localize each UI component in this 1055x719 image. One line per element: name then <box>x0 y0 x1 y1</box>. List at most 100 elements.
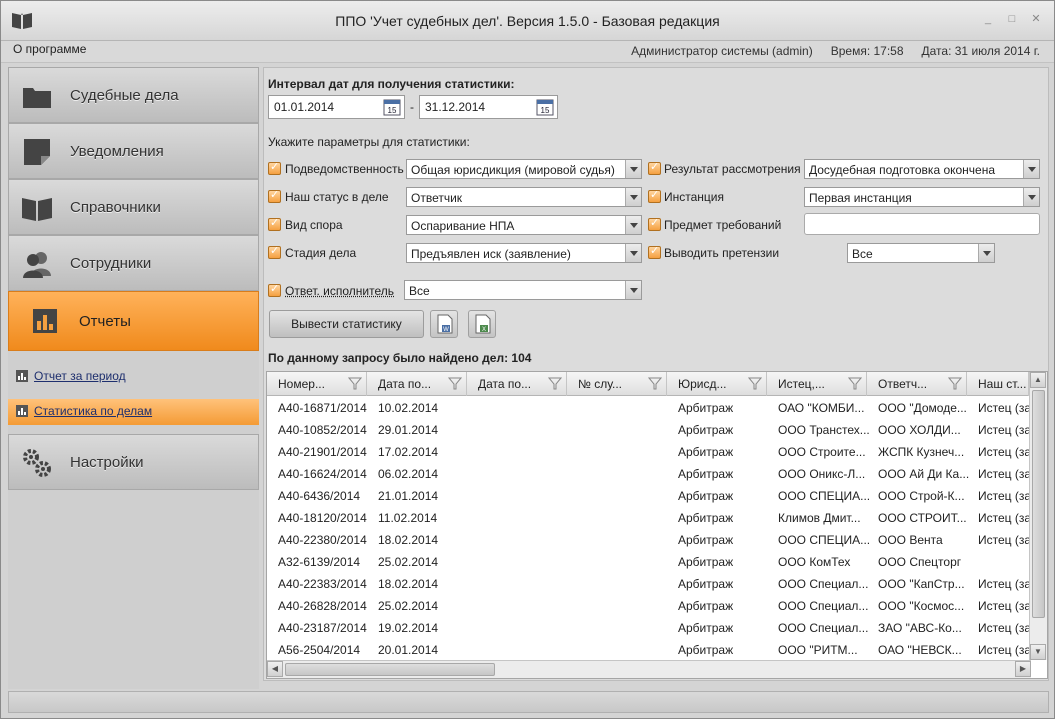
subject-checkbox[interactable] <box>648 216 661 231</box>
chevron-down-icon[interactable] <box>1023 160 1039 178</box>
found-count: По данному запросу было найдено дел: 104 <box>268 351 532 365</box>
export-excel-button[interactable]: X <box>468 310 496 338</box>
date-from-field[interactable]: 01.01.2014 15 <box>268 95 405 119</box>
table-row[interactable]: А40-16624/2014 06.02.2014 Арбитраж ООО Оник… <box>267 463 1031 485</box>
scroll-thumb[interactable] <box>1032 390 1045 618</box>
status-label: Наш статус в деле <box>285 190 389 204</box>
chevron-down-icon[interactable] <box>625 281 641 299</box>
dispute-select[interactable]: Оспаривание НПА <box>406 215 642 235</box>
executor-select[interactable]: Все <box>404 280 642 300</box>
calendar-icon[interactable]: 15 <box>383 98 401 116</box>
subject-input[interactable] <box>804 213 1040 235</box>
calendar-icon[interactable]: 15 <box>536 98 554 116</box>
jurisdiction-select[interactable]: Общая юрисдикция (мировой судья) <box>406 159 642 179</box>
stage-checkbox[interactable] <box>268 244 281 259</box>
instance-select[interactable]: Первая инстанция <box>804 187 1040 207</box>
export-word-button[interactable]: W <box>430 310 458 338</box>
scroll-thumb[interactable] <box>285 663 495 676</box>
table-cell: Арбитраж <box>678 599 734 613</box>
show-statistics-button[interactable]: Вывести статистику <box>269 310 424 338</box>
horizontal-scrollbar[interactable]: ◀ ▶ <box>267 660 1031 678</box>
table-row[interactable]: А56-2504/2014 20.01.2014 Арбитраж ООО "РИТМ… <box>267 639 1031 661</box>
claims-select[interactable]: Все <box>847 243 995 263</box>
sidebar-item-court-cases[interactable]: Судебные дела <box>8 67 259 123</box>
table-cell: ООО ХОЛДИ... <box>878 423 961 437</box>
column-header[interactable]: Ответч... <box>867 372 967 396</box>
sidebar-item-settings[interactable]: Настройки <box>8 434 259 490</box>
filter-icon[interactable] <box>847 377 863 390</box>
table-row[interactable]: А40-16871/2014 10.02.2014 Арбитраж ОАО "КОМ… <box>267 397 1031 419</box>
chevron-down-icon[interactable] <box>625 188 641 206</box>
menu-bar: О программе Администратор системы (admin… <box>1 41 1054 63</box>
filter-icon[interactable] <box>947 377 963 390</box>
sidebar-item-employees[interactable]: Сотрудники <box>8 235 259 291</box>
maximize-button[interactable]: □ <box>1006 13 1018 25</box>
scroll-up-button[interactable]: ▲ <box>1030 372 1046 388</box>
table-cell: ООО "КапСтр... <box>878 577 965 591</box>
filter-icon[interactable] <box>647 377 663 390</box>
column-header[interactable]: Истец,... <box>767 372 867 396</box>
table-row[interactable]: А40-22380/2014 18.02.2014 Арбитраж ООО СПЕЦ… <box>267 529 1031 551</box>
table-cell: Арбитраж <box>678 511 734 525</box>
table-cell: Арбитраж <box>678 423 734 437</box>
stage-select[interactable]: Предъявлен иск (заявление) <box>406 243 642 263</box>
chevron-down-icon[interactable] <box>625 160 641 178</box>
filter-icon[interactable] <box>447 377 463 390</box>
chevron-down-icon[interactable] <box>978 244 994 262</box>
date-separator: - <box>410 100 414 114</box>
result-checkbox[interactable] <box>648 160 661 175</box>
table-row[interactable]: А40-18120/2014 11.02.2014 Арбитраж Климов Д… <box>267 507 1031 529</box>
status-checkbox[interactable] <box>268 188 281 203</box>
table-row[interactable]: А32-6139/2014 25.02.2014 Арбитраж ООО КомТе… <box>267 551 1029 573</box>
scroll-down-button[interactable]: ▼ <box>1030 644 1046 660</box>
minimize-button[interactable]: _ <box>982 13 994 25</box>
executor-checkbox[interactable] <box>268 282 281 297</box>
vertical-scrollbar[interactable]: ▲ ▼ <box>1029 372 1047 660</box>
table-cell: Арбитраж <box>678 643 734 657</box>
table-row[interactable]: А40-26828/2014 25.02.2014 Арбитраж ООО Спец… <box>267 595 1031 617</box>
chevron-down-icon[interactable] <box>625 244 641 262</box>
filter-icon[interactable] <box>747 377 763 390</box>
sidebar-item-directories[interactable]: Справочники <box>8 179 259 235</box>
sidebar-item-reports[interactable]: Отчеты <box>8 291 259 351</box>
column-header[interactable]: Номер... <box>267 372 367 396</box>
table-cell: 06.02.2014 <box>378 467 439 481</box>
sidebar-item-label: Судебные дела <box>70 87 179 104</box>
table-cell: А40-26828/2014 <box>278 599 367 613</box>
menu-about[interactable]: О программе <box>13 42 86 56</box>
chevron-down-icon[interactable] <box>625 216 641 234</box>
column-header[interactable]: № слу... <box>567 372 667 396</box>
sidebar-subitem-case-statistics[interactable]: Статистика по делам <box>8 399 259 425</box>
jurisdiction-checkbox[interactable] <box>268 160 281 175</box>
sidebar-subitem-period-report[interactable]: Отчет за период <box>8 364 259 390</box>
close-button[interactable]: ✕ <box>1030 13 1042 25</box>
claims-checkbox[interactable] <box>648 244 661 259</box>
column-header[interactable]: Наш ст... <box>967 372 1029 396</box>
status-select[interactable]: Ответчик <box>406 187 642 207</box>
filter-icon[interactable] <box>547 377 563 390</box>
table-row[interactable]: А40-21901/2014 17.02.2014 Арбитраж ООО Стро… <box>267 441 1031 463</box>
instance-checkbox[interactable] <box>648 188 661 203</box>
column-header[interactable]: Дата по... <box>367 372 467 396</box>
date-to-field[interactable]: 31.12.2014 15 <box>419 95 558 119</box>
column-header[interactable]: Дата по... <box>467 372 567 396</box>
table-row[interactable]: А40-6436/2014 21.01.2014 Арбитраж ООО СПЕЦИ… <box>267 485 1031 507</box>
result-select[interactable]: Досудебная подготовка окончена <box>804 159 1040 179</box>
table-cell: А40-23187/2014 <box>278 621 367 635</box>
table-cell: ООО "РИТМ... <box>778 643 858 657</box>
filter-icon[interactable] <box>347 377 363 390</box>
table-row[interactable]: А40-10852/2014 29.01.2014 Арбитраж ООО Тран… <box>267 419 1031 441</box>
table-cell: ООО Оникс-Л... <box>778 467 866 481</box>
sidebar-item-notifications[interactable]: Уведомления <box>8 123 259 179</box>
column-header[interactable]: Юрисд... <box>667 372 767 396</box>
dispute-checkbox[interactable] <box>268 216 281 231</box>
jurisdiction-label: Подведомственность <box>285 162 404 176</box>
scroll-left-button[interactable]: ◀ <box>267 661 283 677</box>
table-cell: Арбитраж <box>678 621 734 635</box>
scroll-right-button[interactable]: ▶ <box>1015 661 1031 677</box>
table-cell: ООО СПЕЦИА... <box>778 533 871 547</box>
table-row[interactable]: А40-23187/2014 19.02.2014 Арбитраж ООО Спец… <box>267 617 1031 639</box>
sidebar-subitem-label: Статистика по делам <box>34 404 153 418</box>
chevron-down-icon[interactable] <box>1023 188 1039 206</box>
table-row[interactable]: А40-22383/2014 18.02.2014 Арбитраж ООО Спец… <box>267 573 1031 595</box>
